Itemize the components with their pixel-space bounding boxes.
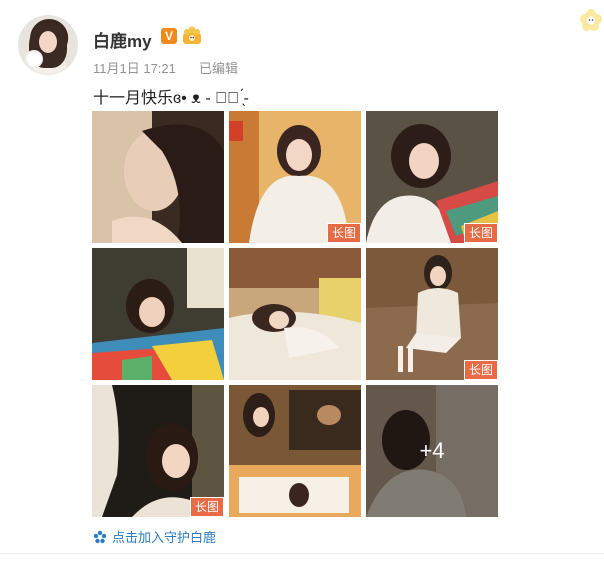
- post-text: 十一月快乐ɞ• ᴥ - ძ⃝ ̖́-: [93, 90, 249, 107]
- long-image-badge: 长图: [463, 223, 498, 243]
- avatar-flower: [27, 52, 41, 66]
- author-avatar[interactable]: [19, 16, 77, 74]
- author-name[interactable]: 白鹿my: [93, 27, 152, 52]
- photo-3[interactable]: 长图: [366, 111, 498, 243]
- post-time[interactable]: 11月1日 17:21: [93, 58, 176, 77]
- flower-icon[interactable]: [579, 8, 603, 32]
- photo-2[interactable]: 长图: [229, 111, 361, 243]
- join-guard-link[interactable]: 点击加入守护白鹿: [93, 527, 216, 546]
- photo-8[interactable]: [229, 385, 361, 517]
- photo-4[interactable]: [92, 248, 224, 380]
- photo-5[interactable]: [229, 248, 361, 380]
- verified-icon: V: [161, 28, 177, 44]
- photo-7[interactable]: 长图: [92, 385, 224, 517]
- photo-1[interactable]: [92, 111, 224, 243]
- join-guard-text[interactable]: 点击加入守护白鹿: [112, 527, 216, 546]
- avatar-face: [39, 31, 57, 53]
- more-images-overlay[interactable]: +4: [366, 385, 498, 517]
- guard-icon: [93, 530, 107, 543]
- long-image-badge: 长图: [463, 360, 498, 380]
- crown-icon: [183, 26, 201, 44]
- long-image-badge: 长图: [189, 497, 224, 517]
- photo-6[interactable]: 长图: [366, 248, 498, 380]
- divider: [0, 553, 604, 554]
- long-image-badge: 长图: [326, 223, 361, 243]
- photo-9-more[interactable]: +4: [366, 385, 498, 517]
- edited-label[interactable]: 已编辑: [199, 58, 238, 77]
